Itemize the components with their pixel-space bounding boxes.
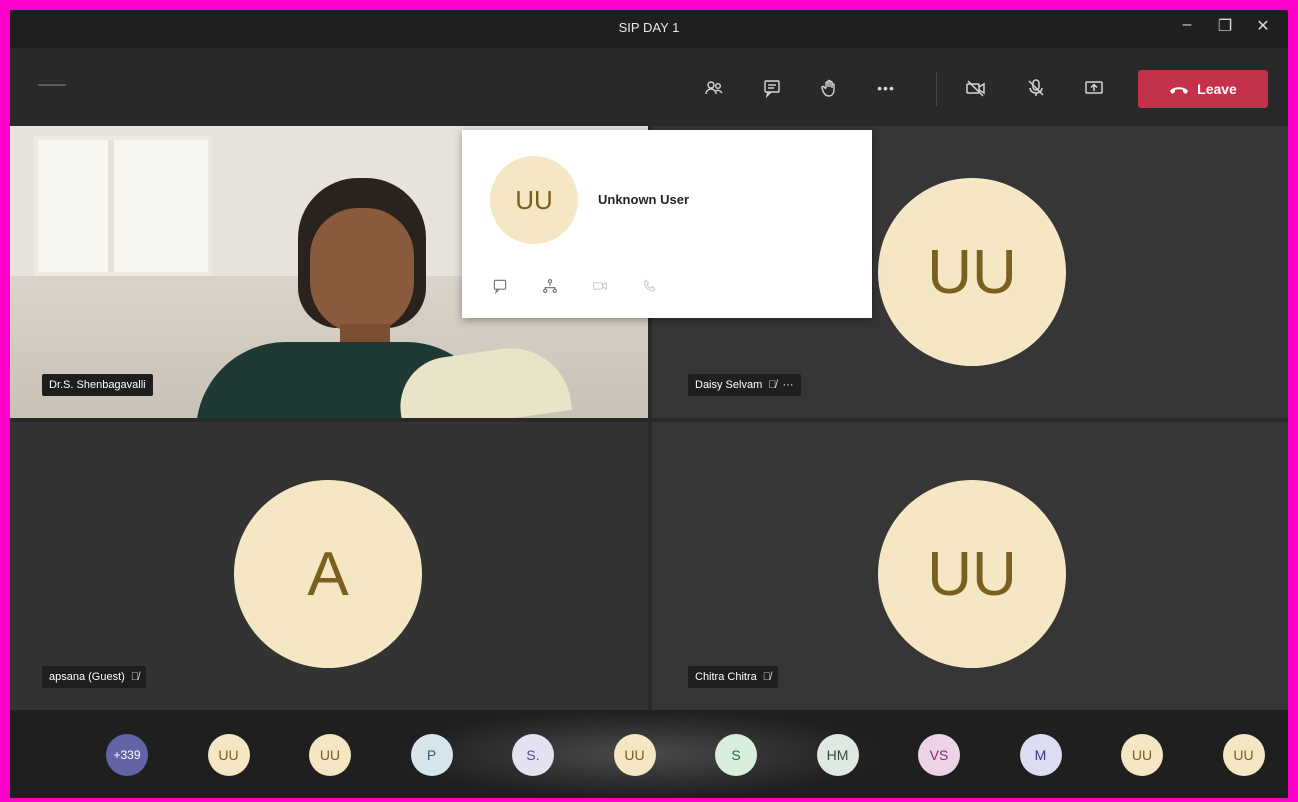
more-actions-button[interactable]: ••• bbox=[868, 70, 904, 106]
participant-name: Dr.S. Shenbagavalli bbox=[49, 379, 146, 391]
mic-toggle-button[interactable] bbox=[1018, 70, 1054, 106]
raise-hand-icon bbox=[821, 79, 835, 97]
participants-icon bbox=[705, 81, 723, 95]
video-icon bbox=[590, 276, 610, 296]
chat-icon[interactable] bbox=[490, 276, 510, 296]
participant-name-tag: apsana (Guest) 🎙̸ bbox=[42, 666, 147, 688]
mic-off-icon: 🎙̸ bbox=[762, 671, 771, 683]
roster-avatar[interactable]: VS bbox=[918, 734, 960, 776]
more-participants-badge[interactable]: +339 bbox=[106, 734, 148, 776]
contact-actions bbox=[490, 276, 660, 296]
avatar: UU bbox=[878, 480, 1066, 668]
participant-name-tag: Daisy Selvam 🎙̸ ··· bbox=[688, 374, 801, 396]
toolbar-divider bbox=[936, 72, 937, 106]
avatar: A bbox=[234, 480, 422, 668]
mic-off-icon bbox=[1028, 79, 1044, 96]
call-icon bbox=[640, 276, 660, 296]
participants-button[interactable] bbox=[696, 70, 732, 106]
drag-handle bbox=[38, 84, 66, 86]
roster-avatar[interactable]: M bbox=[1019, 734, 1062, 776]
participant-name: Daisy Selvam bbox=[695, 379, 763, 391]
participant-roster: +339 UU UU P S. UU S HM VS M UU UU bbox=[10, 710, 1288, 798]
title-bar: SIP DAY 1 – ❐ ✕ bbox=[10, 10, 1288, 48]
video-tile-chitra-chitra[interactable]: UU Chitra Chitra 🎙̸ bbox=[652, 422, 1288, 710]
teams-meeting-window: SIP DAY 1 – ❐ ✕ ••• Leave Dr.S. Shenbaga… bbox=[10, 10, 1288, 798]
hang-up-icon bbox=[1170, 87, 1189, 94]
camera-toggle-button[interactable] bbox=[958, 70, 994, 106]
roster-avatar[interactable]: S bbox=[715, 734, 757, 776]
meeting-toolbar: ••• Leave bbox=[10, 48, 1288, 126]
roster-avatar[interactable]: S. bbox=[512, 734, 554, 776]
mic-off-icon: 🎙̸ bbox=[130, 671, 140, 683]
contact-avatar: UU bbox=[490, 156, 578, 244]
roster-avatar[interactable]: UU bbox=[309, 734, 351, 776]
participant-name: apsana (Guest) bbox=[49, 671, 125, 683]
share-screen-button[interactable] bbox=[1076, 70, 1112, 106]
mic-off-icon: 🎙̸ bbox=[768, 379, 777, 391]
chat-button[interactable] bbox=[754, 70, 790, 106]
contact-card-popup: UU Unknown User bbox=[462, 130, 872, 318]
share-screen-icon bbox=[1085, 81, 1103, 94]
avatar: UU bbox=[878, 178, 1066, 366]
participant-name: Chitra Chitra bbox=[695, 671, 757, 683]
participant-name-tag: Chitra Chitra 🎙̸ bbox=[688, 666, 778, 688]
roster-avatar[interactable]: UU bbox=[1121, 734, 1163, 776]
roster-avatar[interactable]: UU bbox=[207, 734, 250, 776]
close-button[interactable]: ✕ bbox=[1250, 16, 1276, 36]
participant-more-button[interactable]: ··· bbox=[783, 379, 794, 391]
window-title: SIP DAY 1 bbox=[618, 20, 680, 35]
roster-avatar[interactable]: P bbox=[410, 734, 453, 776]
roster-avatar[interactable]: UU bbox=[1222, 734, 1265, 776]
contact-name: Unknown User bbox=[598, 192, 690, 207]
background-window bbox=[34, 136, 212, 276]
leave-label: Leave bbox=[1197, 81, 1237, 97]
camera-off-icon bbox=[966, 80, 985, 97]
org-chart-icon[interactable] bbox=[540, 276, 560, 296]
roster-avatar[interactable]: HM bbox=[816, 734, 859, 776]
chat-icon bbox=[764, 80, 780, 98]
restore-button[interactable]: ❐ bbox=[1212, 16, 1238, 36]
roster-avatar[interactable]: UU bbox=[613, 734, 656, 776]
participant-name-tag: Dr.S. Shenbagavalli bbox=[42, 374, 153, 396]
video-tile-apsana[interactable]: A apsana (Guest) 🎙̸ bbox=[10, 422, 648, 710]
minimize-button[interactable]: – bbox=[1174, 16, 1200, 34]
participant-face bbox=[310, 208, 414, 334]
leave-button[interactable]: Leave bbox=[1138, 70, 1268, 108]
raise-hand-button[interactable] bbox=[812, 70, 848, 106]
